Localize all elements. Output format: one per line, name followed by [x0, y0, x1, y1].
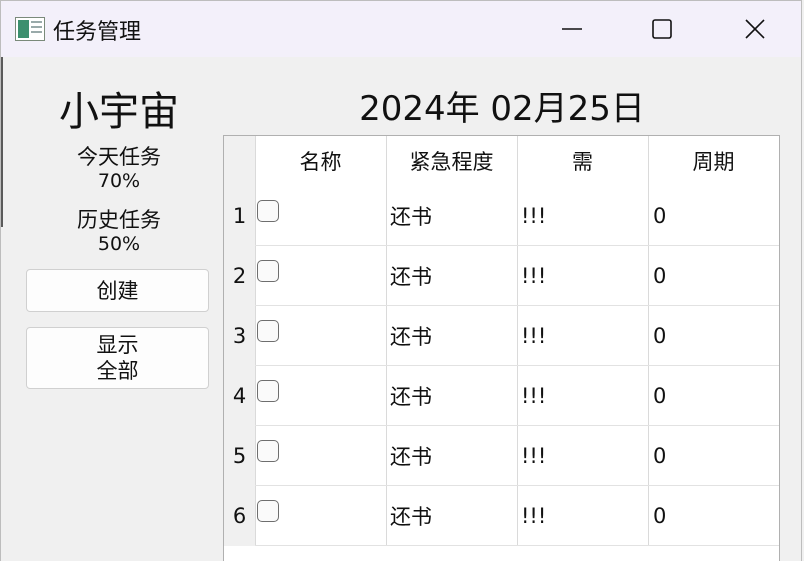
need-cell[interactable]: !!!	[521, 186, 648, 246]
edge-strip	[1, 57, 3, 227]
column-header-name[interactable]: 名称	[255, 136, 386, 186]
task-checkbox[interactable]	[257, 380, 279, 402]
table-row[interactable]: 还书 !!! 0	[255, 366, 779, 426]
minimize-icon	[562, 28, 582, 30]
need-cell[interactable]: !!!	[521, 366, 648, 426]
task-checkbox[interactable]	[257, 320, 279, 342]
row-number: 4	[232, 384, 247, 408]
cycle-cell[interactable]: 0	[653, 246, 779, 306]
column-header-need[interactable]: 需	[517, 136, 648, 186]
urgency-cell[interactable]: 还书	[390, 246, 517, 306]
cycle-cell[interactable]: 0	[653, 486, 779, 546]
row-number: 5	[232, 444, 247, 468]
name-cell[interactable]	[255, 306, 386, 366]
row-header: 1 2 3 4 5 6	[224, 186, 255, 546]
today-tasks-label: 今天任务	[77, 145, 161, 169]
cycle-cell[interactable]: 0	[653, 426, 779, 486]
show-all-button[interactable]: 显示 全部	[26, 327, 209, 389]
table-row[interactable]: 还书 !!! 0	[255, 426, 779, 486]
need-cell[interactable]: !!!	[521, 486, 648, 546]
need-cell[interactable]: !!!	[521, 426, 648, 486]
table-row[interactable]: 还书 !!! 0	[255, 246, 779, 306]
urgency-cell[interactable]: 还书	[390, 426, 517, 486]
column-header-cycle[interactable]: 周期	[648, 136, 779, 186]
row-number: 1	[232, 204, 247, 228]
history-tasks-label: 历史任务	[77, 208, 161, 232]
column-header-urgency[interactable]: 紧急程度	[386, 136, 517, 186]
need-cell[interactable]: !!!	[521, 306, 648, 366]
cycle-cell[interactable]: 0	[653, 306, 779, 366]
history-tasks-value: 50%	[97, 233, 141, 255]
urgency-cell[interactable]: 还书	[390, 366, 517, 426]
window-title: 任务管理	[53, 20, 142, 45]
task-checkbox[interactable]	[257, 260, 279, 282]
table-row[interactable]: 还书 !!! 0	[255, 186, 779, 246]
name-cell[interactable]	[255, 246, 386, 306]
create-button[interactable]: 创建	[26, 269, 209, 312]
table-row[interactable]: 还书 !!! 0	[255, 306, 779, 366]
cycle-cell[interactable]: 0	[653, 186, 779, 246]
row-divider	[255, 545, 779, 546]
app-window: 任务管理 小宇宙 今天任务 70% 历史任务 50% 创建 显示 全部 2024…	[0, 0, 802, 561]
row-number: 6	[232, 504, 247, 528]
urgency-cell[interactable]: 还书	[390, 306, 517, 366]
close-icon	[745, 19, 765, 39]
maximize-icon	[652, 19, 672, 39]
task-table[interactable]: 1 2 3 4 5 6 名称 紧急程度 需 周期 还书 !!! 0 还书 !!!…	[223, 135, 780, 561]
name-cell[interactable]	[255, 426, 386, 486]
name-cell[interactable]	[255, 366, 386, 426]
need-cell[interactable]: !!!	[521, 246, 648, 306]
table-corner	[224, 136, 255, 186]
task-checkbox[interactable]	[257, 500, 279, 522]
show-all-label-line2: 全部	[96, 359, 139, 383]
name-cell[interactable]	[255, 186, 386, 246]
create-button-label: 创建	[96, 278, 139, 303]
app-window-icon	[15, 17, 45, 41]
table-row[interactable]: 还书 !!! 0	[255, 486, 779, 546]
urgency-cell[interactable]: 还书	[390, 486, 517, 546]
universe-heading: 小宇宙	[59, 89, 179, 135]
row-number: 3	[232, 324, 247, 348]
close-button[interactable]	[732, 5, 778, 53]
task-checkbox[interactable]	[257, 440, 279, 462]
maximize-button[interactable]	[639, 5, 685, 53]
title-bar[interactable]: 任务管理	[1, 1, 801, 57]
show-all-label-line1: 显示	[96, 333, 139, 357]
name-cell[interactable]	[255, 486, 386, 546]
minimize-button[interactable]	[549, 5, 595, 53]
today-tasks-value: 70%	[97, 170, 141, 192]
task-checkbox[interactable]	[257, 200, 279, 222]
date-display: 2024年 02月25日	[359, 89, 645, 129]
row-number: 2	[232, 264, 247, 288]
cycle-cell[interactable]: 0	[653, 366, 779, 426]
urgency-cell[interactable]: 还书	[390, 186, 517, 246]
